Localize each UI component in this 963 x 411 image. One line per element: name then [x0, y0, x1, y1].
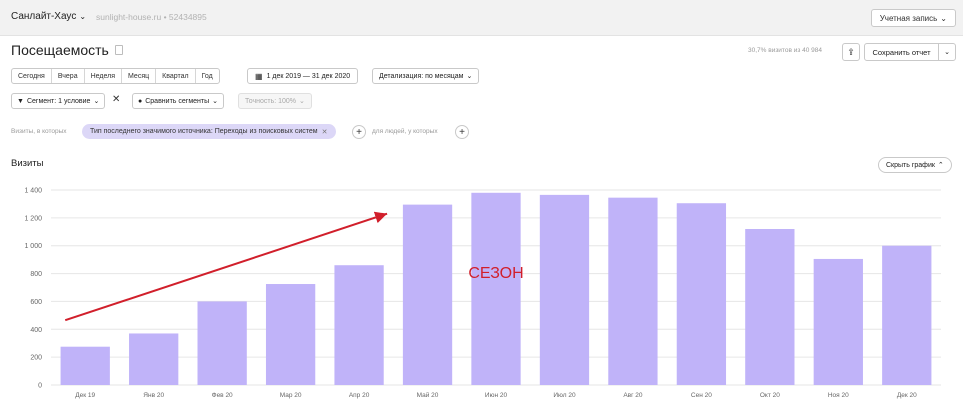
bar [334, 265, 384, 385]
x-tick-label: Июл 20 [553, 392, 576, 399]
hide-chart-label: Скрыть график [886, 161, 935, 169]
calendar-icon: ▦ [255, 71, 263, 81]
account-label: Учетная запись [879, 13, 938, 23]
chevron-down-icon: ⌄ [944, 49, 950, 56]
x-tick-label: Май 20 [417, 391, 439, 399]
y-tick-label: 600 [30, 299, 42, 306]
date-range-button[interactable]: ▦ 1 дек 2019 — 31 дек 2020 [247, 68, 359, 84]
bar [60, 346, 110, 385]
x-tick-label: Дек 19 [75, 392, 95, 399]
filter-chip-label: Тип последнего значимого источника: Пере… [90, 128, 318, 135]
chevron-up-icon: ⌃ [937, 162, 944, 169]
add-people-filter-button[interactable]: + [455, 125, 469, 139]
y-tick-label: 1 000 [24, 243, 42, 250]
detail-label: Детализация: по месяцам [379, 72, 464, 80]
date-range-label: 1 дек 2019 — 31 дек 2020 [266, 72, 351, 80]
season-annotation: СЕЗОН [468, 265, 523, 282]
accuracy-dropdown[interactable]: Точность: 100% ⌄ [238, 93, 312, 109]
save-report-button[interactable]: Сохранить отчет [864, 43, 939, 61]
bar [608, 197, 658, 385]
x-tick-label: Окт 20 [760, 392, 780, 399]
account-button[interactable]: Учетная запись ⌄ [870, 9, 956, 27]
bookmark-icon[interactable] [114, 45, 123, 55]
period-selector: Сегодня Вчера Неделя Месяц Квартал Год [11, 68, 220, 84]
y-tick-label: 400 [30, 327, 42, 334]
chevron-down-icon: ⌄ [299, 98, 305, 105]
period-today[interactable]: Сегодня [12, 69, 52, 83]
x-tick-label: Ноя 20 [828, 392, 849, 399]
period-week[interactable]: Неделя [85, 69, 123, 83]
x-tick-label: Апр 20 [349, 392, 370, 399]
accuracy-label: Точность: 100% [245, 97, 297, 105]
period-year[interactable]: Год [196, 69, 219, 83]
bar [539, 194, 590, 385]
chevron-down-icon: ⌄ [79, 12, 87, 21]
site-url: sunlight-house.ru • 52434895 [96, 12, 207, 22]
top-bar: Санлайт-Хаус ⌄ sunlight-house.ru • 52434… [0, 0, 963, 36]
filter-chip[interactable]: Тип последнего значимого источника: Пере… [82, 124, 336, 139]
bar [882, 245, 932, 385]
hide-chart-button[interactable]: Скрыть график ⌃ [878, 157, 952, 173]
add-filter-button[interactable]: + [352, 125, 366, 139]
compare-segments-button[interactable]: ● Сравнить сегменты ⌄ [132, 93, 224, 109]
chart-title: Визиты [11, 158, 44, 169]
period-month[interactable]: Месяц [122, 69, 157, 83]
bar [676, 203, 727, 385]
y-tick-label: 800 [30, 271, 42, 278]
y-tick-label: 200 [30, 355, 42, 362]
detail-dropdown[interactable]: Детализация: по месяцам ⌄ [372, 68, 480, 84]
page-title-text: Посещаемость [11, 42, 109, 58]
bar [813, 258, 863, 385]
bar [265, 284, 316, 385]
filter-icon: ▼ [17, 97, 24, 105]
period-yesterday[interactable]: Вчера [52, 69, 85, 83]
export-button[interactable]: ⇪ [842, 43, 860, 61]
compare-label: Сравнить сегменты [145, 97, 210, 105]
bar [197, 301, 247, 385]
y-tick-label: 0 [38, 383, 42, 390]
close-icon[interactable]: ✕ [322, 128, 328, 136]
save-report-dropdown[interactable]: ⌄ [938, 43, 956, 61]
period-quarter[interactable]: Квартал [156, 69, 196, 83]
chevron-down-icon: ⌄ [212, 98, 218, 105]
y-tick-label: 1 400 [24, 188, 42, 195]
bar [402, 204, 453, 385]
bar [129, 333, 179, 385]
export-icon: ⇪ [847, 46, 855, 57]
x-tick-label: Дек 20 [897, 392, 917, 399]
page-title: Посещаемость [11, 42, 123, 58]
people-filter-label: для людей, у которых [372, 128, 438, 135]
x-tick-label: Мар 20 [280, 392, 302, 399]
x-tick-label: Июн 20 [485, 392, 508, 399]
chevron-down-icon: ⌄ [466, 73, 473, 80]
chevron-down-icon: ⌄ [93, 98, 100, 105]
chevron-down-icon: ⌄ [940, 13, 947, 23]
x-tick-label: Фев 20 [212, 392, 233, 399]
bar [471, 192, 521, 385]
x-tick-label: Сен 20 [691, 392, 712, 399]
y-tick-label: 1 200 [24, 215, 42, 222]
segment-label: Сегмент: 1 условие [26, 97, 91, 105]
site-name: Санлайт-Хаус [11, 11, 77, 22]
compare-icon: ● [138, 97, 143, 105]
visits-bar-chart: 0 200 400 600 800 1 000 1 200 1 400 Дек 19 Янв 20… [24, 188, 941, 399]
x-tick-label: Янв 20 [143, 392, 164, 399]
bar [745, 229, 795, 385]
filter-prefix: Визиты, в которых [11, 128, 67, 135]
segment-close-icon[interactable]: ✕ [112, 94, 120, 105]
site-selector[interactable]: Санлайт-Хаус ⌄ [11, 11, 86, 22]
visits-info: 30,7% визитов из 40 984 [748, 47, 823, 54]
segment-button[interactable]: ▼ Сегмент: 1 условие ⌄ [11, 93, 106, 109]
x-tick-label: Авг 20 [623, 392, 643, 399]
